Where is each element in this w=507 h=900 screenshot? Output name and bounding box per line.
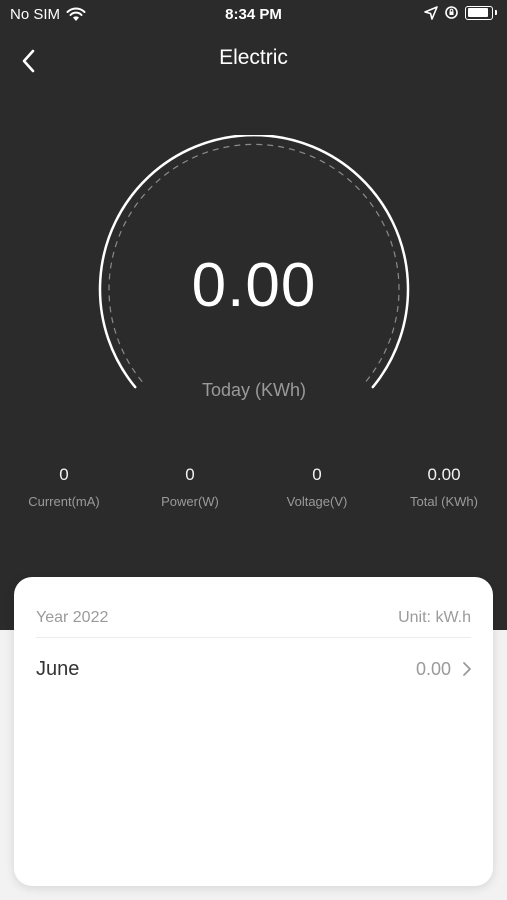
stat-total: 0.00 Total (KWh) (381, 465, 507, 509)
stat-value: 0 (185, 465, 195, 484)
nav-bar: Electric (0, 36, 507, 80)
status-right (424, 5, 497, 20)
battery-icon (465, 5, 493, 20)
stat-value: 0.00 (427, 465, 461, 484)
stats-row: 0 Current(mA) 0 Power(W) 0 Voltage(V) 0.… (0, 465, 507, 525)
stat-power: 0 Power(W) (127, 465, 253, 509)
divider (36, 637, 471, 638)
battery-tip (495, 10, 497, 15)
stat-voltage: 0 Voltage(V) (254, 465, 380, 509)
chevron-right-icon (463, 662, 471, 676)
year-label: Year 2022 (36, 609, 109, 626)
stat-label: Total (KWh) (410, 494, 478, 509)
stat-label: Voltage(V) (286, 494, 348, 509)
month-value: 0.00 (415, 659, 451, 679)
page-title: Electric (219, 46, 288, 69)
month-row-june[interactable]: June 0.00 (36, 649, 473, 689)
location-arrow-icon (424, 5, 438, 20)
stat-label: Power(W) (161, 494, 219, 509)
monthly-usage-card: Year 2022 Unit: kW.h June 0.00 (14, 577, 493, 886)
orientation-lock-icon (445, 6, 458, 19)
stat-value: 0 (59, 465, 69, 484)
battery-level (467, 8, 488, 17)
gauge-label: Today (KWh) (201, 380, 307, 400)
stat-label: Current(mA) (28, 494, 100, 509)
stat-value: 0 (312, 465, 322, 484)
unit-label: Unit: kW.h (398, 609, 471, 626)
stat-current: 0 Current(mA) (1, 465, 127, 509)
month-name: June (36, 658, 80, 680)
gauge-value: 0.00 (191, 251, 317, 320)
status-bar: No SIM 8:34 PM (0, 0, 507, 30)
